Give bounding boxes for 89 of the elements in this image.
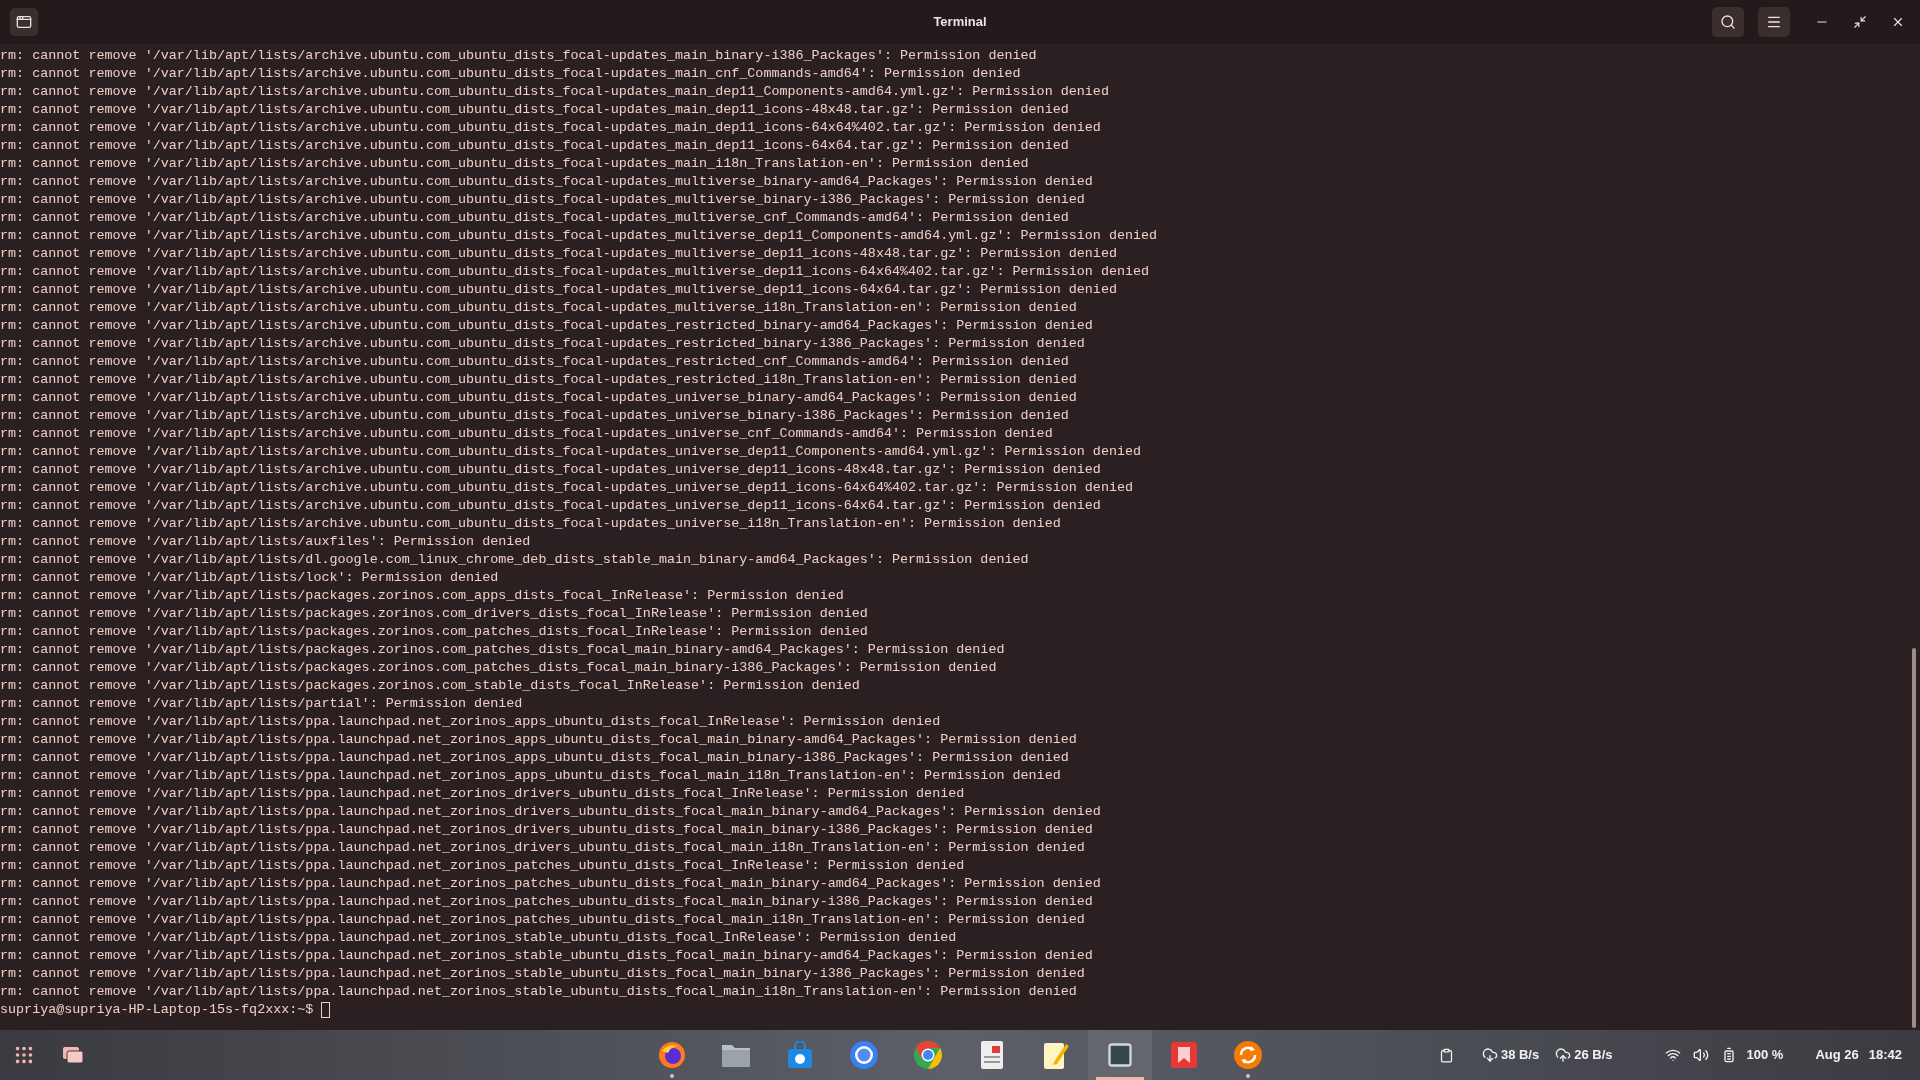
terminal-output-line: rm: cannot remove '/var/lib/apt/lists/archive.ubuntu.com_ubuntu_dists_focal-updates_universe_i18n_Translation-en': Permission denied bbox=[0, 515, 1061, 533]
battery-percentage: 100 % bbox=[1746, 1046, 1784, 1065]
terminal-output-line: rm: cannot remove '/var/lib/apt/lists/dl.google.com_linux_chrome_deb_dists_stable_main_binary-amd64_Packages': Permission denied bbox=[0, 551, 1029, 569]
terminal-output-line: rm: cannot remove '/var/lib/apt/lists/archive.ubuntu.com_ubuntu_dists_focal-updates_main_dep11_icons-64x64%402.tar.gz': Permission denied bbox=[0, 119, 1101, 137]
terminal-output-line: rm: cannot remove '/var/lib/apt/lists/archive.ubuntu.com_ubuntu_dists_focal-updates_main_dep11_icons-64x64.tar.gz': Permission denied bbox=[0, 137, 1069, 155]
clock-time[interactable]: 18:42 bbox=[1868, 1045, 1902, 1065]
browser-icon bbox=[849, 1040, 879, 1070]
menu-icon bbox=[1766, 14, 1782, 30]
close-icon bbox=[1891, 15, 1905, 29]
terminal-output-line: rm: cannot remove '/var/lib/apt/lists/packages.zorinos.com_patches_dists_focal_main_binary-amd64_Packages': Permission denied bbox=[0, 641, 1005, 659]
terminal-output-line: rm: cannot remove '/var/lib/apt/lists/packages.zorinos.com_stable_dists_focal_InRelease': Permission denied bbox=[0, 677, 860, 695]
volume-icon[interactable] bbox=[1692, 1047, 1709, 1063]
terminal-output-line: rm: cannot remove '/var/lib/apt/lists/packages.zorinos.com_apps_dists_focal_InRelease': Permission denied bbox=[0, 587, 844, 605]
bookmark-icon bbox=[1170, 1041, 1198, 1069]
terminal-output-line: rm: cannot remove '/var/lib/apt/lists/ppa.launchpad.net_zorinos_drivers_ubuntu_dists_focal_main_binary-amd64_Packages': Permission denied bbox=[0, 803, 1101, 821]
menu-button[interactable] bbox=[1758, 7, 1790, 37]
terminal-output-line: rm: cannot remove '/var/lib/apt/lists/partial': Permission denied bbox=[0, 695, 523, 713]
terminal-output-line: rm: cannot remove '/var/lib/apt/lists/archive.ubuntu.com_ubuntu_dists_focal-updates_multiverse_dep11_icons-64x64.tar.gz': Permission denied bbox=[0, 281, 1117, 299]
text-cursor bbox=[321, 1002, 331, 1018]
terminal-output-line: rm: cannot remove '/var/lib/apt/lists/ppa.launchpad.net_zorinos_apps_ubuntu_dists_focal_main_binary-i386_Packages': Permission denied bbox=[0, 749, 1069, 767]
refresh-arrows-icon bbox=[1233, 1040, 1263, 1070]
restore-icon bbox=[1853, 15, 1867, 29]
terminal-output-line: rm: cannot remove '/var/lib/apt/lists/ppa.launchpad.net_zorinos_apps_ubuntu_dists_focal_main_i18n_Translation-en': Permission denied bbox=[0, 767, 1061, 785]
stacked-windows-icon bbox=[62, 1046, 84, 1064]
terminal-output-line: rm: cannot remove '/var/lib/apt/lists/archive.ubuntu.com_ubuntu_dists_focal-updates_restricted_i18n_Translation-en': Permission denied bbox=[0, 371, 1077, 389]
terminal-output-line: rm: cannot remove '/var/lib/apt/lists/archive.ubuntu.com_ubuntu_dists_focal-updates_multiverse_dep11_icons-48x48.tar.gz': Permission denied bbox=[0, 245, 1117, 263]
terminal-output-line: rm: cannot remove '/var/lib/apt/lists/archive.ubuntu.com_ubuntu_dists_focal-updates_multiverse_binary-i386_Packages': Permission denied bbox=[0, 191, 1085, 209]
terminal-output-line: rm: cannot remove '/var/lib/apt/lists/ppa.launchpad.net_zorinos_patches_ubuntu_dists_focal_main_i18n_Translation-en': Permission denied bbox=[0, 911, 1085, 929]
terminal-output-line: rm: cannot remove '/var/lib/apt/lists/packages.zorinos.com_patches_dists_focal_main_binary-i386_Packages': Permission denied bbox=[0, 659, 997, 677]
terminal-output-line: rm: cannot remove '/var/lib/apt/lists/ppa.launchpad.net_zorinos_drivers_ubuntu_dists_focal_InRelease': Permission denied bbox=[0, 785, 965, 803]
upload-speed: 26 B/s bbox=[1574, 1046, 1613, 1065]
terminal-output-line: rm: cannot remove '/var/lib/apt/lists/auxfiles': Permission denied bbox=[0, 533, 531, 551]
terminal-output-line: rm: cannot remove '/var/lib/apt/lists/archive.ubuntu.com_ubuntu_dists_focal-updates_restricted_binary-i386_Packages': Permission denied bbox=[0, 335, 1085, 353]
browser-icon bbox=[913, 1040, 943, 1070]
terminal-output-line: rm: cannot remove '/var/lib/apt/lists/packages.zorinos.com_drivers_dists_focal_InRelease': Permission denied bbox=[0, 605, 868, 623]
terminal-output-line: rm: cannot remove '/var/lib/apt/lists/ppa.launchpad.net_zorinos_drivers_ubuntu_dists_focal_main_i18n_Translation-en': Permission denied bbox=[0, 839, 1085, 857]
terminal-output-line: rm: cannot remove '/var/lib/apt/lists/archive.ubuntu.com_ubuntu_dists_focal-updates_universe_dep11_icons-64x64%402.tar.gz': Permission denied bbox=[0, 479, 1134, 497]
terminal-output-line: rm: cannot remove '/var/lib/apt/lists/ppa.launchpad.net_zorinos_stable_ubuntu_dists_focal_main_binary-amd64_Packages': Permission denied bbox=[0, 947, 1093, 965]
shopping-bag-icon bbox=[787, 1041, 813, 1069]
terminal-output-line: rm: cannot remove '/var/lib/apt/lists/archive.ubuntu.com_ubuntu_dists_focal-updates_universe_cnf_Commands-amd64': Permission denied bbox=[0, 425, 1053, 443]
terminal-output-line: rm: cannot remove '/var/lib/apt/lists/ppa.launchpad.net_zorinos_patches_ubuntu_dists_focal_main_binary-amd64_Packages': Permission denied bbox=[0, 875, 1101, 893]
terminal-icon bbox=[1106, 1041, 1134, 1069]
terminal-output-line: rm: cannot remove '/var/lib/apt/lists/archive.ubuntu.com_ubuntu_dists_focal-updates_main_dep11_icons-48x48.tar.gz': Permission denied bbox=[0, 101, 1069, 119]
download-speed: 38 B/s bbox=[1500, 1046, 1540, 1065]
terminal-output-line: rm: cannot remove '/var/lib/apt/lists/ppa.launchpad.net_zorinos_stable_ubuntu_dists_focal_InRelease': Permission denied bbox=[0, 929, 957, 947]
active-indicator bbox=[1096, 1077, 1144, 1080]
scrollbar-thumb[interactable] bbox=[1912, 648, 1916, 1028]
terminal-output-line: rm: cannot remove '/var/lib/apt/lists/ppa.launchpad.net_zorinos_apps_ubuntu_dists_focal_main_binary-amd64_Packages': Permission denied bbox=[0, 731, 1077, 749]
terminal-output-line: rm: cannot remove '/var/lib/apt/lists/packages.zorinos.com_patches_dists_focal_InRelease': Permission denied bbox=[0, 623, 868, 641]
terminal-output-line: rm: cannot remove '/var/lib/apt/lists/archive.ubuntu.com_ubuntu_dists_focal-updates_main_binary-i386_Packages': Permission denied bbox=[0, 47, 1037, 65]
terminal-output-line: rm: cannot remove '/var/lib/apt/lists/archive.ubuntu.com_ubuntu_dists_focal-updates_multiverse_binary-amd64_Packages': Permission denied bbox=[0, 173, 1093, 191]
app-grid-icon bbox=[13, 1044, 35, 1066]
date-text[interactable]: Aug 26 bbox=[1815, 1045, 1859, 1065]
terminal-output-line: rm: cannot remove '/var/lib/apt/lists/archive.ubuntu.com_ubuntu_dists_focal-updates_multiverse_dep11_Components-amd64.yml.gz': Permission denied bbox=[0, 227, 1158, 245]
terminal-output-line: rm: cannot remove '/var/lib/apt/lists/archive.ubuntu.com_ubuntu_dists_focal-updates_multiverse_i18n_Translation-en': Permission denied bbox=[0, 299, 1077, 317]
terminal-output-line: rm: cannot remove '/var/lib/apt/lists/archive.ubuntu.com_ubuntu_dists_focal-updates_universe_binary-i386_Packages': Permission denied bbox=[0, 407, 1069, 425]
notepad-pencil-icon bbox=[1042, 1040, 1070, 1070]
terminal-output-line: rm: cannot remove '/var/lib/apt/lists/archive.ubuntu.com_ubuntu_dists_focal-updates_main_cnf_Commands-amd64': Permission denied bbox=[0, 65, 1021, 83]
terminal-output-line: rm: cannot remove '/var/lib/apt/lists/ppa.launchpad.net_zorinos_stable_ubuntu_dists_focal_main_i18n_Translation-en': Permission denied bbox=[0, 983, 1077, 1001]
clipboard-icon[interactable] bbox=[1438, 1047, 1454, 1063]
document-icon bbox=[980, 1040, 1004, 1070]
terminal-output-line: rm: cannot remove '/var/lib/apt/lists/archive.ubuntu.com_ubuntu_dists_focal-updates_multiverse_cnf_Commands-amd64': Permission denied bbox=[0, 209, 1069, 227]
terminal-output-line: rm: cannot remove '/var/lib/apt/lists/ppa.launchpad.net_zorinos_patches_ubuntu_dists_focal_main_binary-i386_Packages': Permission denied bbox=[0, 893, 1093, 911]
terminal-output-line: rm: cannot remove '/var/lib/apt/lists/archive.ubuntu.com_ubuntu_dists_focal-updates_universe_dep11_icons-64x64.tar.gz': Permission denied bbox=[0, 497, 1101, 515]
window-title: Terminal bbox=[933, 13, 987, 32]
new-tab-icon bbox=[16, 14, 32, 30]
terminal-output-line: rm: cannot remove '/var/lib/apt/lists/archive.ubuntu.com_ubuntu_dists_focal-updates_multiverse_dep11_icons-64x64%402.tar.gz': Permission denied bbox=[0, 263, 1150, 281]
terminal-output-line: rm: cannot remove '/var/lib/apt/lists/ppa.launchpad.net_zorinos_patches_ubuntu_dists_focal_InRelease': Permission denied bbox=[0, 857, 965, 875]
terminal-output-line: rm: cannot remove '/var/lib/apt/lists/archive.ubuntu.com_ubuntu_dists_focal-updates_universe_binary-amd64_Packages': Permission denied bbox=[0, 389, 1077, 407]
terminal-output-line: rm: cannot remove '/var/lib/apt/lists/archive.ubuntu.com_ubuntu_dists_focal-updates_restricted_binary-amd64_Packages': Permission denied bbox=[0, 317, 1093, 335]
terminal-output-line: rm: cannot remove '/var/lib/apt/lists/ppa.launchpad.net_zorinos_apps_ubuntu_dists_focal_InRelease': Permission denied bbox=[0, 713, 941, 731]
cloud-download-icon bbox=[1481, 1047, 1498, 1063]
terminal-output-line: rm: cannot remove '/var/lib/apt/lists/ppa.launchpad.net_zorinos_stable_ubuntu_dists_focal_main_binary-i386_Packages': Permission denied bbox=[0, 965, 1085, 983]
folder-icon bbox=[721, 1042, 751, 1068]
terminal-output-line: rm: cannot remove '/var/lib/apt/lists/archive.ubuntu.com_ubuntu_dists_focal-updates_universe_dep11_Components-amd64.yml.gz': Permission denied bbox=[0, 443, 1142, 461]
terminal-output-line: rm: cannot remove '/var/lib/apt/lists/archive.ubuntu.com_ubuntu_dists_focal-updates_main_dep11_Components-amd64.yml.gz': Permission denied bbox=[0, 83, 1109, 101]
taskbar-app-button[interactable] bbox=[1088, 1030, 1152, 1080]
search-icon bbox=[1720, 14, 1736, 30]
terminal-output-line: rm: cannot remove '/var/lib/apt/lists/ppa.launchpad.net_zorinos_drivers_ubuntu_dists_focal_main_binary-i386_Packages': Permission denied bbox=[0, 821, 1093, 839]
cloud-upload-icon bbox=[1555, 1047, 1572, 1063]
search-button[interactable] bbox=[1712, 7, 1744, 37]
terminal-output-line: rm: cannot remove '/var/lib/apt/lists/archive.ubuntu.com_ubuntu_dists_focal-updates_universe_dep11_icons-48x48.tar.gz': Permission denied bbox=[0, 461, 1101, 479]
new-tab-button[interactable] bbox=[10, 8, 38, 36]
wifi-icon[interactable] bbox=[1664, 1047, 1681, 1063]
terminal-output-line: rm: cannot remove '/var/lib/apt/lists/archive.ubuntu.com_ubuntu_dists_focal-updates_restricted_cnf_Commands-amd64': Permission denied bbox=[0, 353, 1069, 371]
terminal-output-line: rm: cannot remove '/var/lib/apt/lists/archive.ubuntu.com_ubuntu_dists_focal-updates_main_i18n_Translation-en': Permission denied bbox=[0, 155, 1029, 173]
terminal-output-line: rm: cannot remove '/var/lib/apt/lists/lock': Permission denied bbox=[0, 569, 499, 587]
fox-globe-icon bbox=[658, 1041, 686, 1069]
shell-prompt: supriya@supriya-HP-Laptop-15s-fq2xxx:~$ bbox=[0, 1001, 314, 1019]
